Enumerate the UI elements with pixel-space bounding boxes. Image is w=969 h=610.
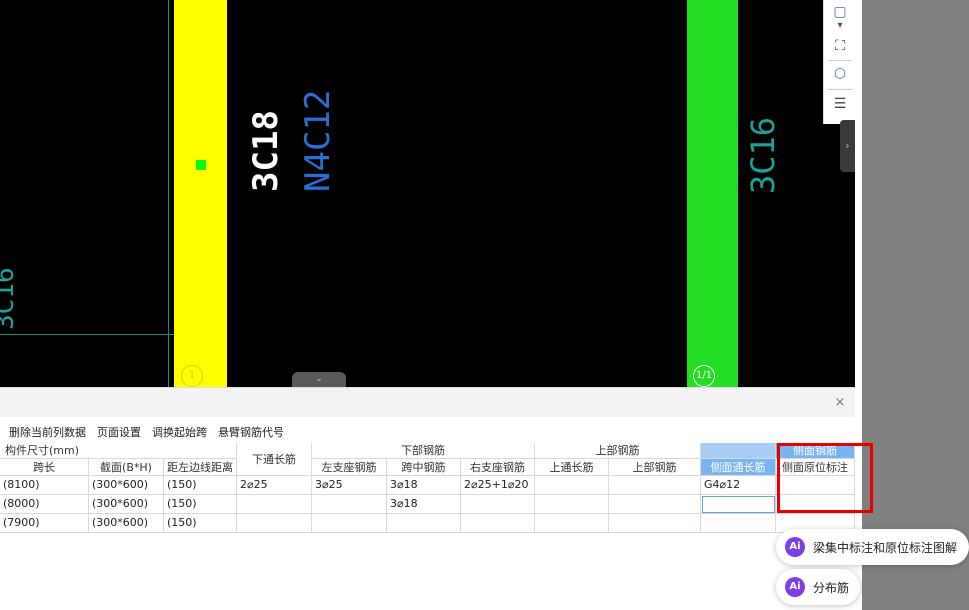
header-top-bar[interactable]: 上部钢筋 <box>609 459 701 476</box>
table-cell[interactable]: 2⌀25 <box>237 476 312 495</box>
table-cell[interactable]: 3⌀18 <box>387 476 461 495</box>
header-bottom-through-bar[interactable]: 下通长筋 <box>237 443 312 476</box>
ai-suggestion-distribution-bar[interactable]: Ai 分布筋 <box>776 569 860 605</box>
table-cell[interactable] <box>609 514 701 533</box>
table-cell[interactable] <box>461 514 535 533</box>
fit-view-icon[interactable]: ⛶ <box>829 36 851 56</box>
table-cell[interactable]: (7900) <box>0 514 89 533</box>
header-span-length[interactable]: 跨长 <box>0 459 89 476</box>
grip-point[interactable] <box>196 160 206 170</box>
highlight-annotation-box <box>777 443 873 513</box>
table-cell[interactable]: (8100) <box>0 476 89 495</box>
chevron-down-icon[interactable]: ▾ <box>829 20 851 32</box>
table-cell[interactable] <box>701 514 776 533</box>
rebar-label-white[interactable]: 3C18 <box>246 110 286 192</box>
divider <box>828 89 852 90</box>
layer-list-icon[interactable]: ☰ <box>829 94 851 114</box>
header-left-edge-distance[interactable]: 距左边线距离 <box>164 459 237 476</box>
beam-rebar-table: 构件尺寸(mm) 下通长筋 下部钢筋 上部钢筋 侧面钢筋 跨长 截面(B*H) … <box>0 443 855 533</box>
table-cell[interactable]: G4⌀12 <box>701 476 776 495</box>
table-cell[interactable]: 3⌀25 <box>312 476 387 495</box>
header-group-top-bar: 上部钢筋 <box>535 443 701 459</box>
delete-column-data-button[interactable]: 删除当前列数据 <box>9 424 86 440</box>
column-green[interactable] <box>687 0 738 387</box>
page-settings-button[interactable]: 页面设置 <box>97 424 141 440</box>
table-cell[interactable]: 3⌀18 <box>387 495 461 514</box>
window-gutter <box>862 0 969 610</box>
header-blue-blank <box>701 443 776 459</box>
header-right-support-bar[interactable]: 右支座钢筋 <box>461 459 535 476</box>
ai-suggestion-label: 梁集中标注和原位标注图解 <box>813 540 958 555</box>
rebar-label-right[interactable]: 3C16 <box>744 117 782 194</box>
axis-bubble-1-1[interactable]: 1/1 <box>693 365 715 387</box>
table-cell[interactable] <box>609 495 701 514</box>
table-cell[interactable] <box>609 476 701 495</box>
ai-icon: Ai <box>785 537 805 557</box>
ai-icon: Ai <box>785 577 805 597</box>
table-cell[interactable]: (150) <box>164 514 237 533</box>
table-cell[interactable]: (8000) <box>0 495 89 514</box>
close-icon[interactable]: × <box>833 396 847 410</box>
header-side-through-bar[interactable]: 侧面通长筋 <box>701 459 776 476</box>
table-cell[interactable]: (150) <box>164 476 237 495</box>
swap-start-span-button[interactable]: 调换起始跨 <box>152 424 207 440</box>
table-cell[interactable] <box>535 476 609 495</box>
cad-canvas[interactable]: 3C16 3C18 N4C12 3C16 1 1/1 <box>0 0 855 387</box>
header-midspan-bar[interactable]: 跨中钢筋 <box>387 459 461 476</box>
ai-suggestion-label: 分布筋 <box>813 580 850 595</box>
table-cell[interactable] <box>387 514 461 533</box>
table-cell[interactable]: 2⌀25+1⌀20 <box>461 476 535 495</box>
3d-cube-icon[interactable]: ▢ <box>829 2 851 22</box>
beam-edge-line-vertical <box>168 0 169 387</box>
rebar-label-blue[interactable]: N4C12 <box>298 90 338 192</box>
divider <box>828 60 852 61</box>
header-left-support-bar[interactable]: 左支座钢筋 <box>312 459 387 476</box>
table-cell[interactable] <box>312 495 387 514</box>
table-cell[interactable] <box>237 495 312 514</box>
table-cell[interactable] <box>461 495 535 514</box>
table-cell[interactable] <box>535 495 609 514</box>
side-panel-expand-icon[interactable]: › <box>840 120 855 172</box>
header-top-through-bar[interactable]: 上通长筋 <box>535 459 609 476</box>
view-cube-icon[interactable]: ⬡ <box>829 64 851 84</box>
header-group-size: 构件尺寸(mm) <box>0 443 237 459</box>
table-cell[interactable] <box>312 514 387 533</box>
cantilever-rebar-code-button[interactable]: 悬臂钢筋代号 <box>218 424 284 440</box>
header-section[interactable]: 截面(B*H) <box>89 459 164 476</box>
table-cell[interactable]: (300*600) <box>89 514 164 533</box>
panel-header <box>0 387 855 418</box>
beam-edge-line <box>0 334 174 335</box>
panel-collapse-handle[interactable]: ⌄ <box>292 372 346 387</box>
table-cell[interactable] <box>535 514 609 533</box>
column-yellow[interactable] <box>174 0 227 387</box>
rebar-label-left[interactable]: 3C16 <box>0 267 20 330</box>
table-cell[interactable]: (300*600) <box>89 495 164 514</box>
table-cell[interactable] <box>237 514 312 533</box>
table-cell[interactable]: (300*600) <box>89 476 164 495</box>
view-toolstrip: ▢ ▾ ⛶ ⬡ ☰ <box>823 0 856 124</box>
ai-suggestion-beam-annotation[interactable]: Ai 梁集中标注和原位标注图解 <box>776 529 969 565</box>
header-group-bottom-bar: 下部钢筋 <box>312 443 535 459</box>
table-cell-selected[interactable] <box>701 495 776 514</box>
table-cell[interactable]: (150) <box>164 495 237 514</box>
axis-bubble-1[interactable]: 1 <box>181 365 203 387</box>
